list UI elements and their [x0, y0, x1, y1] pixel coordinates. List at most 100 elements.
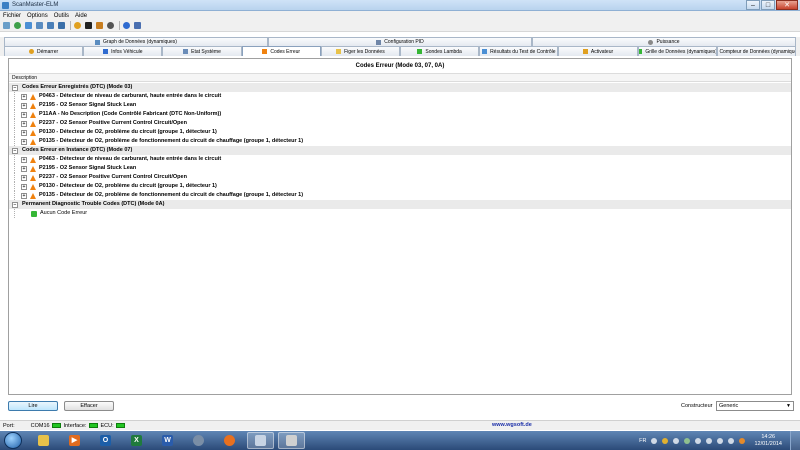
tray-app-icon[interactable]	[673, 437, 680, 444]
maximize-button[interactable]: □	[761, 0, 775, 10]
close-button[interactable]: ✕	[776, 0, 798, 10]
read-button[interactable]: Lire	[8, 401, 58, 411]
clear-button[interactable]: Effacer	[64, 401, 114, 411]
website-link[interactable]: www.wgsoft.de	[492, 422, 532, 428]
monitor-icon[interactable]	[35, 21, 44, 30]
warning-icon	[262, 49, 268, 54]
expand-icon[interactable]: +	[21, 120, 27, 127]
expand-icon[interactable]: +	[21, 192, 27, 199]
scanmaster-icon	[255, 435, 266, 446]
data-icon[interactable]	[57, 21, 66, 30]
tab-puissance[interactable]: Puissance	[532, 37, 796, 46]
flag-icon[interactable]	[695, 437, 702, 444]
expand-icon[interactable]: +	[21, 174, 27, 181]
volume-icon[interactable]	[728, 437, 735, 444]
network-tray-icon[interactable]	[717, 437, 724, 444]
bluetooth-icon[interactable]	[662, 437, 669, 444]
group-title: Permanent Diagnostic Trouble Codes (DTC)…	[22, 201, 165, 207]
menu-fichier[interactable]: Fichier	[0, 11, 24, 20]
tab-sondes-lambda[interactable]: Sondes Lambda	[400, 46, 480, 56]
tab-configuration-pid[interactable]: Configuration PID	[268, 37, 532, 46]
expand-icon[interactable]: +	[21, 93, 27, 100]
taskbar-app-media-player[interactable]: ▶	[61, 432, 88, 449]
dtc-row[interactable]: + P0463 - Détecteur de niveau de carburan…	[9, 155, 791, 164]
dtc-row[interactable]: + P0463 - Détecteur de niveau de carburan…	[9, 92, 791, 101]
menu-outils[interactable]: Outils	[51, 11, 72, 20]
tab-compteur-donnees[interactable]: Compteur de Données (dynamiques)	[716, 46, 797, 56]
system-tray: FR 14:26 12/01/2014	[639, 433, 782, 448]
no-dtc-row[interactable]: Aucun Code Erreur	[9, 209, 791, 218]
expand-icon[interactable]: +	[21, 156, 27, 163]
dtc-row[interactable]: + P2195 - O2 Sensor Signal Stuck Lean	[9, 101, 791, 110]
collapse-icon[interactable]: −	[12, 84, 18, 91]
graph-icon[interactable]	[46, 21, 55, 30]
exit-icon[interactable]	[133, 21, 142, 30]
constructor-select[interactable]: Generic ▼	[716, 401, 794, 411]
expand-icon[interactable]: +	[21, 111, 27, 118]
dtc-row[interactable]: + P0135 - Détecteur de O2, problème de fo…	[9, 137, 791, 146]
tab-demarrer[interactable]: Démarrer	[4, 46, 84, 56]
taskbar-app-outlook[interactable]: O	[92, 432, 119, 449]
tab-etat-systeme[interactable]: Etat Système	[162, 46, 242, 56]
tab-activateur[interactable]: Activateur	[558, 46, 638, 56]
show-desktop-button[interactable]	[790, 431, 800, 450]
battery-icon[interactable]	[706, 437, 713, 444]
expand-icon[interactable]: +	[21, 129, 27, 136]
collapse-icon[interactable]: −	[12, 147, 18, 154]
info-icon[interactable]	[122, 21, 131, 30]
tree-group-stored-dtc[interactable]: − Codes Erreur Enregistrés (DTC) (Mode 0…	[9, 83, 791, 92]
clock[interactable]: 14:26 12/01/2014	[754, 434, 782, 448]
tray-status-icon[interactable]	[684, 437, 691, 444]
menu-options[interactable]: Options	[24, 11, 51, 20]
clock-time: 14:26	[761, 433, 776, 440]
tab-figer-donnees[interactable]: Figer les Données	[320, 46, 401, 56]
dtc-label: P0135 - Détecteur de O2, problème de fon…	[39, 192, 304, 198]
dtc-row[interactable]: + P2237 - O2 Sensor Positive Current Cont…	[9, 173, 791, 182]
tab-graph-donnees[interactable]: Graph de Données (dynamiques)	[4, 37, 268, 46]
dtc-label: P0135 - Détecteur de O2, problème de fon…	[39, 138, 304, 144]
tab-resultats-test[interactable]: Résultats du Test de Contrôle	[479, 46, 559, 56]
column-header-description[interactable]: Description	[9, 74, 791, 82]
menu-aide[interactable]: Aide	[72, 11, 90, 20]
tools-icon[interactable]	[95, 21, 104, 30]
expand-icon[interactable]: +	[21, 165, 27, 172]
taskbar-app-word[interactable]: W	[154, 432, 181, 449]
taskbar-app-usb-drive[interactable]	[278, 432, 305, 449]
collapse-icon[interactable]: −	[12, 201, 18, 208]
taskbar-app-explorer[interactable]	[30, 432, 57, 449]
card-icon[interactable]	[84, 21, 93, 30]
settings-gear-icon[interactable]	[106, 21, 115, 30]
tab-infos-vehicule[interactable]: Infos Véhicule	[83, 46, 163, 56]
tab-grille-donnees[interactable]: Grille de Données (dynamiques)	[637, 46, 717, 56]
tree-group-permanent-dtc[interactable]: − Permanent Diagnostic Trouble Codes (DT…	[9, 200, 791, 209]
dtc-row[interactable]: + P0130 - Détecteur de O2, problème du ci…	[9, 182, 791, 191]
chevron-down-icon[interactable]: ▼	[785, 403, 792, 409]
dtc-row[interactable]: + P0135 - Détecteur de O2, problème de fo…	[9, 191, 791, 200]
warning-icon	[30, 129, 36, 136]
dtc-row[interactable]: + P11AA - No Description (Code Contrôlé F…	[9, 110, 791, 119]
minimize-button[interactable]: –	[746, 0, 760, 10]
alert-icon[interactable]	[739, 437, 746, 444]
warning-icon	[30, 120, 36, 127]
connect-icon[interactable]	[13, 21, 22, 30]
dtc-icon[interactable]	[24, 21, 33, 30]
group-title: Codes Erreur en Instance (DTC) (Mode 07)	[22, 147, 133, 153]
tree-group-pending-dtc[interactable]: − Codes Erreur en Instance (DTC) (Mode 0…	[9, 146, 791, 155]
expand-icon[interactable]: +	[21, 102, 27, 109]
tab-codes-erreur[interactable]: Codes Erreur	[241, 46, 321, 56]
tab-label: Puissance	[656, 39, 680, 45]
taskbar-app-network[interactable]	[185, 432, 212, 449]
start-button[interactable]	[4, 432, 22, 449]
help-icon[interactable]	[651, 437, 658, 444]
taskbar-app-excel[interactable]: X	[123, 432, 150, 449]
dtc-row[interactable]: + P2237 - O2 Sensor Positive Current Cont…	[9, 119, 791, 128]
sensor-icon[interactable]	[73, 21, 82, 30]
settings-icon[interactable]	[2, 21, 11, 30]
expand-icon[interactable]: +	[21, 138, 27, 145]
taskbar-app-firefox[interactable]	[216, 432, 243, 449]
dtc-row[interactable]: + P2195 - O2 Sensor Signal Stuck Lean	[9, 164, 791, 173]
expand-icon[interactable]: +	[21, 183, 27, 190]
dtc-row[interactable]: + P0130 - Détecteur de O2, problème du ci…	[9, 128, 791, 137]
language-indicator[interactable]: FR	[639, 438, 646, 444]
taskbar-app-scanmaster[interactable]	[247, 432, 274, 449]
